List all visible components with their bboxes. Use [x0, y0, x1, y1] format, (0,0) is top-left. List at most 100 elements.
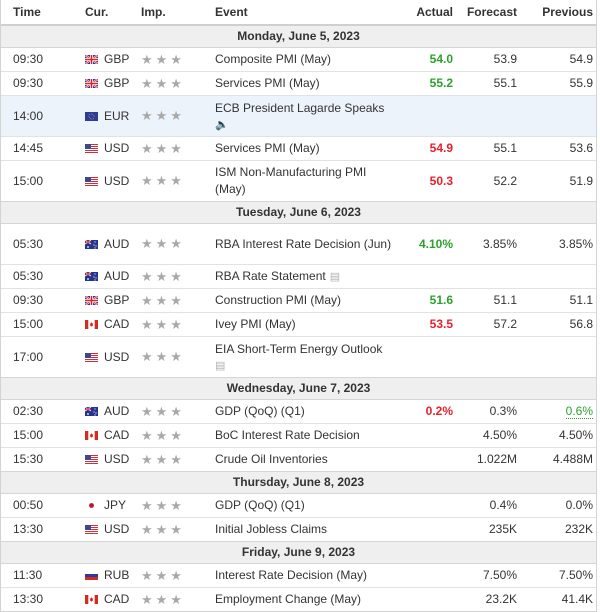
- event-name[interactable]: GDP (QoQ) (Q1): [215, 497, 393, 514]
- importance-cell: ★★★: [139, 423, 215, 448]
- event-row[interactable]: 13:30 CAD ★★★ Employment Change (May) 23.2K 4…: [1, 587, 596, 611]
- event-row[interactable]: 14:00 EUR ★★★ ECB President Lagarde Speaks 🔈: [1, 95, 596, 137]
- event-name-cell[interactable]: ECB President Lagarde Speaks 🔈: [215, 95, 393, 137]
- economic-calendar: Time Cur. Imp. Event Actual Forecast Pre…: [0, 0, 597, 612]
- event-row[interactable]: 14:45 USD ★★★ Services PMI (May) 54.9 55.1 53.…: [1, 136, 596, 161]
- importance-cell: ★★★: [139, 223, 215, 265]
- event-name-cell[interactable]: Composite PMI (May): [215, 47, 393, 72]
- event-name[interactable]: EIA Short-Term Energy Outlook: [215, 341, 393, 358]
- event-name-cell[interactable]: EIA Short-Term Energy Outlook ▤: [215, 336, 393, 378]
- event-name-cell[interactable]: ISM Non-Manufacturing PMI (May): [215, 160, 393, 202]
- event-name[interactable]: RBA Rate Statement: [215, 269, 326, 283]
- event-currency: EUR: [104, 108, 130, 123]
- event-name-cell[interactable]: RBA Interest Rate Decision (Jun): [215, 223, 393, 265]
- importance-stars-icon: ★★★: [141, 316, 185, 332]
- header-actual[interactable]: Actual: [393, 0, 453, 26]
- event-currency: USD: [104, 452, 130, 466]
- document-icon[interactable]: ▤: [215, 358, 393, 374]
- event-name[interactable]: BoC Interest Rate Decision: [215, 427, 393, 444]
- event-row[interactable]: 15:00 CAD ★★★ BoC Interest Rate Decision 4.5…: [1, 423, 596, 448]
- currency-wrap: GBP: [75, 292, 139, 309]
- event-previous-value: 0.0%: [565, 498, 593, 512]
- event-row[interactable]: 02:30 AUD ★★★ GDP (QoQ) (Q1) 0.2% 0.3% 0.6%: [1, 399, 596, 424]
- header-currency[interactable]: Cur.: [75, 0, 139, 26]
- event-time: 00:50: [1, 493, 75, 518]
- event-previous-value: 51.9: [569, 173, 593, 188]
- event-row[interactable]: 15:00 USD ★★★ ISM Non-Manufacturing PMI (Ma…: [1, 160, 596, 202]
- event-row[interactable]: 00:50 JPY ★★★ GDP (QoQ) (Q1) 0.4% 0.0%: [1, 493, 596, 518]
- event-name[interactable]: Composite PMI (May): [215, 51, 393, 68]
- event-time: 09:30: [1, 71, 75, 96]
- header-event[interactable]: Event: [215, 0, 393, 26]
- event-name[interactable]: Initial Jobless Claims: [215, 521, 393, 538]
- event-row[interactable]: 11:30 RUB ★★★ Interest Rate Decision (May) 7…: [1, 563, 596, 588]
- event-name-cell[interactable]: Ivey PMI (May): [215, 312, 393, 337]
- event-previous-value[interactable]: 0.6%: [565, 404, 593, 419]
- event-name[interactable]: ECB President Lagarde Speaks: [215, 100, 393, 117]
- event-forecast: 23.2K: [453, 587, 517, 611]
- event-actual: 54.0: [393, 47, 453, 72]
- event-currency: USD: [104, 141, 130, 155]
- header-spacer: [593, 0, 596, 26]
- header-previous[interactable]: Previous: [517, 0, 593, 26]
- event-name[interactable]: Construction PMI (May): [215, 292, 393, 309]
- event-row[interactable]: 09:30 GBP ★★★ Services PMI (May) 55.2 55.1 55.…: [1, 71, 596, 96]
- event-name-cell[interactable]: GDP (QoQ) (Q1): [215, 399, 393, 424]
- event-name-cell[interactable]: Crude Oil Inventories: [215, 447, 393, 472]
- event-name-cell[interactable]: Services PMI (May): [215, 71, 393, 96]
- event-name-cell[interactable]: Interest Rate Decision (May): [215, 563, 393, 588]
- importance-stars-icon: ★★★: [141, 140, 185, 156]
- event-name[interactable]: Crude Oil Inventories: [215, 451, 393, 468]
- importance-cell: ★★★: [139, 517, 215, 542]
- header-time[interactable]: Time: [1, 0, 75, 26]
- event-forecast: [453, 264, 517, 289]
- importance-stars-icon: ★★★: [141, 173, 185, 188]
- event-name-cell[interactable]: Initial Jobless Claims: [215, 517, 393, 542]
- header-importance[interactable]: Imp.: [139, 0, 215, 26]
- event-row[interactable]: 05:30 AUD ★★★ RBA Rate Statement ▤: [1, 264, 596, 289]
- event-row[interactable]: 15:30 USD ★★★ Crude Oil Inventories 1.022M 4.…: [1, 447, 596, 472]
- event-name-cell[interactable]: Construction PMI (May): [215, 288, 393, 313]
- importance-stars-icon: ★★★: [141, 75, 185, 91]
- event-name-cell[interactable]: Employment Change (May): [215, 587, 393, 611]
- event-name[interactable]: Ivey PMI (May): [215, 316, 393, 333]
- event-name[interactable]: Employment Change (May): [215, 591, 393, 608]
- event-forecast: 3.85%: [453, 223, 517, 265]
- event-previous: 232K: [517, 517, 593, 542]
- event-currency-cell: CAD: [75, 423, 139, 448]
- event-currency: USD: [104, 522, 130, 536]
- event-name[interactable]: GDP (QoQ) (Q1): [215, 403, 393, 420]
- event-name[interactable]: ISM Non-Manufacturing PMI (May): [215, 164, 393, 198]
- event-actual: [393, 493, 453, 518]
- event-name-cell[interactable]: RBA Rate Statement ▤: [215, 264, 393, 289]
- header-forecast[interactable]: Forecast: [453, 0, 517, 26]
- event-forecast: 52.2: [453, 160, 517, 202]
- event-row[interactable]: 05:30 AUD ★★★ RBA Interest Rate Decision (J…: [1, 223, 596, 265]
- event-row[interactable]: 17:00 USD ★★★ EIA Short-Term Energy Outlook…: [1, 336, 596, 378]
- event-name-cell[interactable]: Services PMI (May): [215, 136, 393, 161]
- event-name[interactable]: Interest Rate Decision (May): [215, 567, 393, 584]
- event-previous: 51.9: [517, 160, 593, 202]
- event-name[interactable]: Services PMI (May): [215, 140, 393, 157]
- row-spacer: [593, 563, 596, 588]
- importance-cell: ★★★: [139, 563, 215, 588]
- speaker-icon[interactable]: 🔈: [215, 117, 393, 133]
- event-previous: 3.85%: [517, 223, 593, 265]
- event-row[interactable]: 09:30 GBP ★★★ Construction PMI (May) 51.6 51.…: [1, 288, 596, 313]
- event-name[interactable]: Services PMI (May): [215, 75, 393, 92]
- importance-cell: ★★★: [139, 336, 215, 378]
- day-label: Tuesday, June 6, 2023: [1, 201, 596, 224]
- event-row[interactable]: 09:30 GBP ★★★ Composite PMI (May) 54.0 53.9 54…: [1, 47, 596, 72]
- event-row[interactable]: 13:30 USD ★★★ Initial Jobless Claims 235K 232…: [1, 517, 596, 542]
- currency-wrap: GBP: [75, 75, 139, 92]
- event-actual: 54.9: [393, 136, 453, 161]
- event-currency-cell: AUD: [75, 223, 139, 265]
- event-name-cell[interactable]: GDP (QoQ) (Q1): [215, 493, 393, 518]
- document-icon[interactable]: ▤: [330, 269, 340, 286]
- event-name-cell[interactable]: BoC Interest Rate Decision: [215, 423, 393, 448]
- importance-cell: ★★★: [139, 136, 215, 161]
- event-previous: 56.8: [517, 312, 593, 337]
- event-row[interactable]: 15:00 CAD ★★★ Ivey PMI (May) 53.5 57.2 56.8: [1, 312, 596, 337]
- event-previous: 54.9: [517, 47, 593, 72]
- event-name[interactable]: RBA Interest Rate Decision (Jun): [215, 236, 393, 253]
